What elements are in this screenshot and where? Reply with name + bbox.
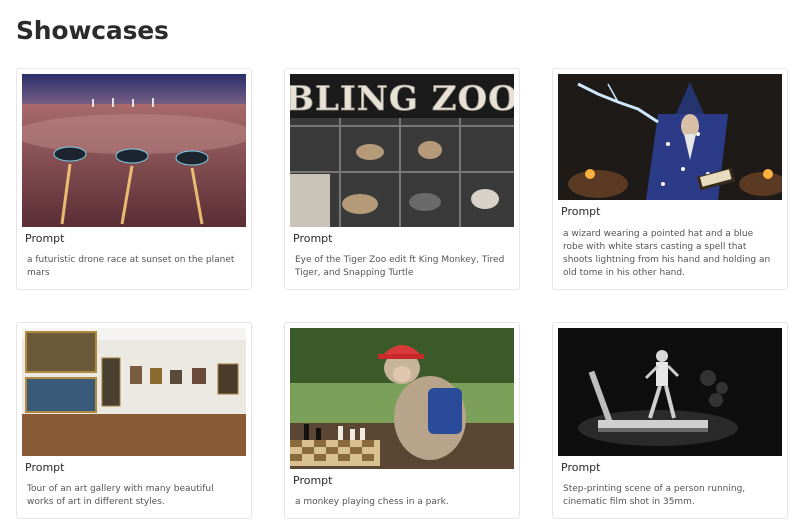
prompt-label: Prompt — [293, 232, 333, 245]
prompt-text: a futuristic drone race at sunset on the… — [27, 255, 235, 278]
prompt-text: a monkey playing chess in a park. — [295, 497, 449, 507]
prompt-label: Prompt — [293, 474, 333, 487]
wizard-image[interactable] — [558, 74, 782, 200]
prompt-label: Prompt — [25, 461, 65, 474]
showcase-card-monkey-chess[interactable]: Prompt a monkey playing chess in a park. — [284, 322, 520, 519]
prompt-label: Prompt — [25, 232, 65, 245]
showcase-card-wizard[interactable]: Prompt a wizard wearing a pointed hat an… — [552, 68, 788, 290]
drone-race-image[interactable] — [22, 74, 246, 227]
page-title: Showcases — [16, 16, 169, 45]
prompt-text: Tour of an art gallery with many beautif… — [27, 484, 214, 507]
showcase-card-treadmill-runner[interactable]: Prompt Step-printing scene of a person r… — [552, 322, 788, 519]
showcase-card-bling-zoo[interactable]: BLING ZOO Prompt Eye of the Tiger Zoo ed… — [284, 68, 520, 290]
prompt-text: a wizard wearing a pointed hat and a blu… — [563, 229, 771, 278]
bling-zoo-image[interactable]: BLING ZOO — [290, 74, 514, 227]
monkey-chess-image[interactable] — [290, 328, 514, 469]
prompt-label: Prompt — [561, 205, 601, 218]
prompt-text: Eye of the Tiger Zoo edit ft King Monkey… — [295, 255, 505, 278]
art-gallery-image[interactable] — [22, 328, 246, 456]
treadmill-runner-image[interactable] — [558, 328, 782, 456]
prompt-text: Step-printing scene of a person running,… — [563, 484, 746, 507]
prompt-label: Prompt — [561, 461, 601, 474]
showcase-card-art-gallery[interactable]: Prompt Tour of an art gallery with many … — [16, 322, 252, 519]
bling-zoo-sign: BLING ZOO — [290, 79, 514, 119]
showcase-card-drone-race[interactable]: Prompt a futuristic drone race at sunset… — [16, 68, 252, 290]
